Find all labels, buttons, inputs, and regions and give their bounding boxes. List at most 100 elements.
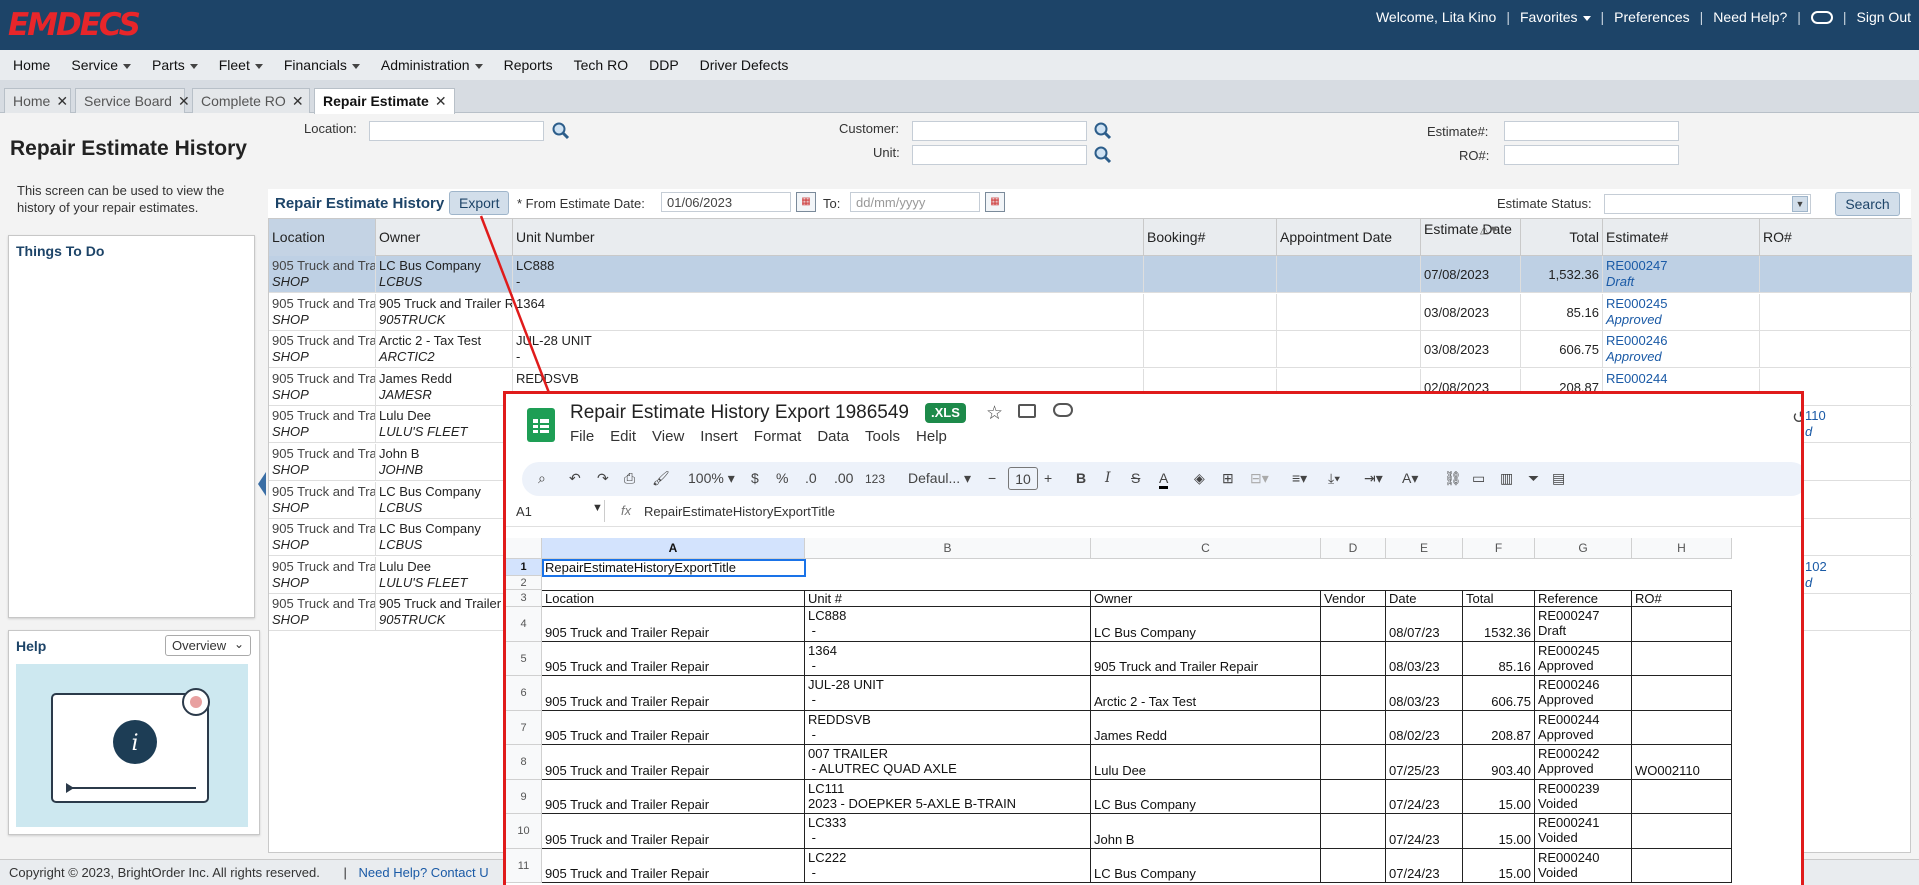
export-data-cell[interactable]: [1632, 848, 1732, 883]
export-data-cell[interactable]: 208.87: [1463, 710, 1535, 745]
search-icon[interactable]: [1093, 121, 1113, 141]
to-date-input[interactable]: dd/mm/yyyy: [850, 192, 980, 212]
column-header-unit-number[interactable]: Unit Number: [513, 219, 1144, 256]
percent-format-button[interactable]: %: [776, 470, 788, 486]
calendar-icon[interactable]: ▦: [985, 192, 1005, 212]
sign-out-link[interactable]: Sign Out: [1857, 9, 1911, 25]
vertical-align-icon[interactable]: ⤓▾: [1328, 470, 1340, 487]
emdecs-logo[interactable]: EMDECS: [8, 7, 141, 43]
search-icon[interactable]: [1093, 145, 1113, 165]
close-icon[interactable]: ✕: [56, 93, 68, 109]
name-box[interactable]: A1: [516, 504, 532, 519]
row-header[interactable]: 9: [506, 779, 542, 814]
move-folder-icon[interactable]: [1018, 404, 1036, 418]
row-header[interactable]: 3: [506, 590, 542, 607]
export-data-cell[interactable]: 08/03/23: [1386, 676, 1463, 711]
sheet-menu-format[interactable]: Format: [754, 428, 802, 445]
row-estimate-link[interactable]: RE000245: [1606, 296, 1756, 312]
export-data-cell[interactable]: LC888 -: [805, 607, 1091, 642]
cloud-status-icon[interactable]: [1053, 403, 1073, 417]
table-row[interactable]: 905 Truck and Trailer RepairSHOP905 Truc…: [269, 293, 1912, 331]
export-data-cell[interactable]: 08/03/23: [1386, 641, 1463, 676]
row-header[interactable]: 11: [506, 848, 542, 883]
export-data-cell[interactable]: 905 Truck and Trailer Repair: [542, 641, 805, 676]
tab-service-board[interactable]: Service Board ✕: [75, 88, 190, 113]
zoom-select[interactable]: 100% ▾: [688, 470, 735, 487]
column-header-owner[interactable]: Owner: [376, 219, 513, 256]
decrease-font-size-icon[interactable]: −: [988, 470, 996, 486]
export-data-cell[interactable]: 905 Truck and Trailer Repair: [542, 607, 805, 642]
export-data-cell[interactable]: Arctic 2 - Tax Test: [1091, 676, 1321, 711]
menu-financials[interactable]: Financials: [284, 57, 360, 73]
estimate-number-input[interactable]: [1504, 121, 1679, 141]
row-header[interactable]: 2: [506, 576, 542, 590]
sheet-menu-insert[interactable]: Insert: [700, 428, 738, 445]
increase-decimal-button[interactable]: .00: [834, 470, 853, 486]
export-header-cell[interactable]: Total: [1463, 590, 1535, 607]
tab-repair-estimate[interactable]: Repair Estimate ✕: [314, 88, 455, 114]
export-data-cell[interactable]: LC Bus Company: [1091, 848, 1321, 883]
export-data-cell[interactable]: 07/24/23: [1386, 814, 1463, 849]
export-header-cell[interactable]: Reference: [1535, 590, 1632, 607]
menu-fleet[interactable]: Fleet: [219, 57, 263, 73]
menu-tech-ro[interactable]: Tech RO: [574, 57, 628, 73]
row-estimate-link[interactable]: RE000246: [1606, 333, 1756, 349]
paint-format-icon[interactable]: 🖌: [652, 470, 670, 487]
redo-icon[interactable]: ↷: [597, 470, 609, 487]
column-header-booking[interactable]: Booking#: [1144, 219, 1277, 256]
contact-link[interactable]: Need Help? Contact U: [359, 865, 489, 880]
export-data-cell[interactable]: 905 Truck and Trailer Repair: [542, 848, 805, 883]
export-header-cell[interactable]: Owner: [1091, 590, 1321, 607]
need-help-link[interactable]: Need Help?: [1713, 9, 1787, 25]
export-header-cell[interactable]: Location: [542, 590, 805, 607]
location-input[interactable]: [369, 121, 544, 141]
export-data-cell[interactable]: [1632, 607, 1732, 642]
export-data-cell[interactable]: RE000240 Voided: [1535, 848, 1632, 883]
decrease-decimal-button[interactable]: .0: [805, 470, 817, 486]
close-icon[interactable]: ✕: [292, 93, 304, 109]
font-size-input[interactable]: 10: [1008, 467, 1038, 490]
column-header-e[interactable]: E: [1386, 538, 1463, 559]
menu-reports[interactable]: Reports: [504, 57, 553, 73]
export-data-cell[interactable]: LC333 -: [805, 814, 1091, 849]
sheet-menu-tools[interactable]: Tools: [865, 428, 900, 445]
menu-parts[interactable]: Parts: [152, 57, 198, 73]
column-header-appointment-date[interactable]: Appointment Date: [1277, 219, 1421, 256]
unit-input[interactable]: [912, 145, 1087, 165]
row-header[interactable]: 6: [506, 676, 542, 711]
export-data-cell[interactable]: 905 Truck and Trailer Repair: [1091, 641, 1321, 676]
menu-service[interactable]: Service: [71, 57, 132, 73]
export-data-cell[interactable]: 1532.36: [1463, 607, 1535, 642]
export-data-cell[interactable]: WO002110: [1632, 745, 1732, 780]
font-select[interactable]: Defaul... ▾: [908, 470, 971, 487]
export-data-cell[interactable]: LC111 2023 - DOEPKER 5-AXLE B-TRAIN: [805, 779, 1091, 814]
export-data-cell[interactable]: 905 Truck and Trailer Repair: [542, 814, 805, 849]
export-header-cell[interactable]: Vendor: [1321, 590, 1386, 607]
export-data-cell[interactable]: 1364 -: [805, 641, 1091, 676]
ro-number-input[interactable]: [1504, 145, 1679, 165]
row-ro-fragment[interactable]: 110 d: [1805, 408, 1826, 440]
export-data-cell[interactable]: [1632, 676, 1732, 711]
undo-icon[interactable]: ↶: [569, 470, 581, 487]
text-rotation-icon[interactable]: A▾: [1402, 470, 1418, 487]
export-data-cell[interactable]: LC222 -: [805, 848, 1091, 883]
text-color-icon[interactable]: A: [1159, 470, 1169, 489]
export-header-cell[interactable]: Unit #: [805, 590, 1091, 607]
history-icon[interactable]: ↺: [1792, 408, 1801, 428]
export-data-cell[interactable]: 07/25/23: [1386, 745, 1463, 780]
sheet-menu-edit[interactable]: Edit: [610, 428, 636, 445]
export-data-cell[interactable]: 903.40: [1463, 745, 1535, 780]
insert-chart-icon[interactable]: ▥: [1500, 470, 1513, 487]
row-estimate-link[interactable]: RE000244: [1606, 371, 1756, 387]
fill-color-icon[interactable]: ◈: [1194, 470, 1205, 487]
export-data-cell[interactable]: RE000245 Approved: [1535, 641, 1632, 676]
export-data-cell[interactable]: James Redd: [1091, 710, 1321, 745]
row-header[interactable]: 5: [506, 641, 542, 676]
formula-input[interactable]: RepairEstimateHistoryExportTitle: [644, 504, 835, 519]
column-header-estimate-number[interactable]: Estimate#: [1603, 219, 1760, 256]
export-data-cell[interactable]: [1632, 641, 1732, 676]
row-ro-fragment[interactable]: 102 d: [1805, 559, 1827, 591]
export-data-cell[interactable]: [1632, 779, 1732, 814]
spreadsheet-title[interactable]: Repair Estimate History Export 1986549: [570, 402, 909, 424]
column-header-g[interactable]: G: [1535, 538, 1632, 559]
